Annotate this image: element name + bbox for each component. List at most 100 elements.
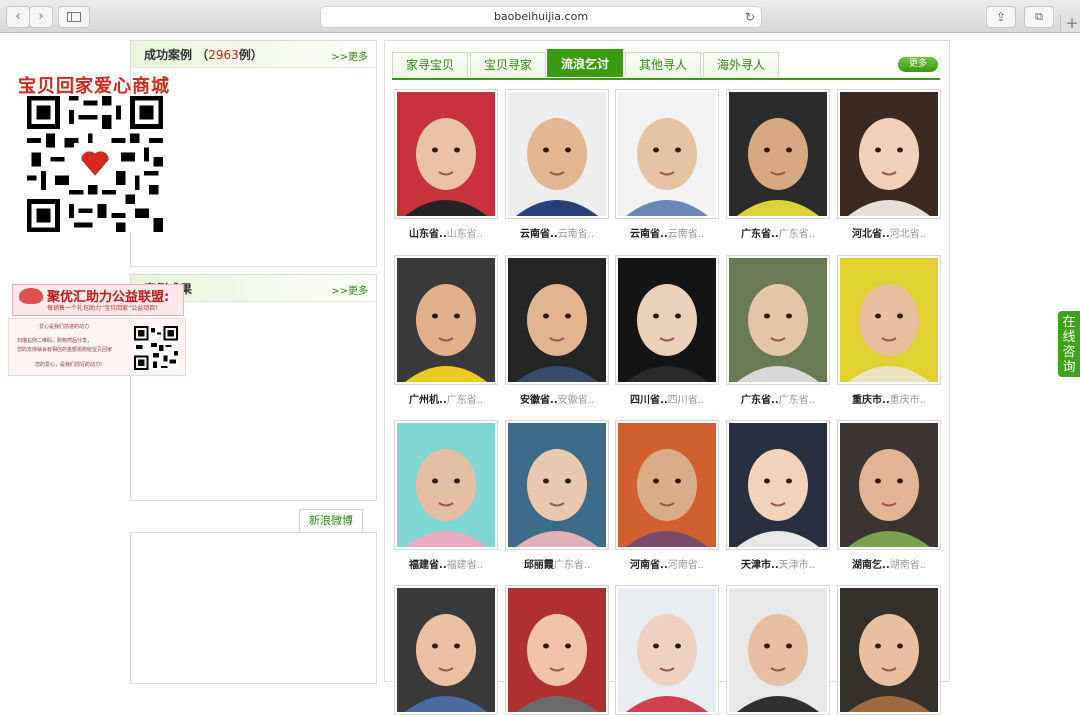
sidebar-toggle-icon[interactable]: [58, 6, 90, 28]
child-location[interactable]: 四川省..: [630, 395, 668, 406]
child-photo-icon[interactable]: [397, 588, 495, 712]
child-photo-icon[interactable]: [618, 258, 716, 382]
photo-caption[interactable]: 河北省..河北省..: [837, 225, 941, 240]
grid-item[interactable]: [394, 585, 498, 715]
grid-item[interactable]: [837, 585, 941, 715]
qr-code-icon[interactable]: [22, 96, 168, 232]
child-photo-icon[interactable]: [729, 92, 827, 216]
child-photo-icon[interactable]: [618, 423, 716, 547]
grid-item[interactable]: 河北省..河北省..: [837, 89, 941, 240]
photo-frame[interactable]: [615, 89, 719, 219]
photo-frame[interactable]: [394, 255, 498, 385]
mall-title[interactable]: 宝贝回家爱心商城: [18, 72, 170, 98]
child-location[interactable]: 广东省..: [741, 395, 779, 406]
photo-frame[interactable]: [726, 89, 830, 219]
child-location[interactable]: 福建省..: [409, 560, 447, 571]
online-consult-button[interactable]: 在线咨询: [1058, 311, 1080, 377]
photo-frame[interactable]: [394, 420, 498, 550]
grid-item[interactable]: 福建省..福建省..: [394, 420, 498, 571]
photo-frame[interactable]: [615, 420, 719, 550]
photo-frame[interactable]: [726, 255, 830, 385]
photo-caption[interactable]: 河南省..河南省..: [615, 556, 719, 571]
grid-item[interactable]: 重庆市..重庆市..: [837, 255, 941, 406]
success-more-link[interactable]: >>更多: [331, 48, 368, 63]
qr-code-icon[interactable]: [132, 326, 180, 370]
photo-frame[interactable]: [837, 255, 941, 385]
photo-frame[interactable]: [505, 585, 609, 715]
child-photo-icon[interactable]: [618, 588, 716, 712]
child-photo-icon[interactable]: [729, 258, 827, 382]
photo-frame[interactable]: [726, 585, 830, 715]
child-photo-icon[interactable]: [508, 92, 606, 216]
child-location[interactable]: 河北省..: [852, 229, 890, 240]
child-photo-icon[interactable]: [840, 588, 938, 712]
share-icon[interactable]: ⇪: [986, 6, 1016, 28]
child-location[interactable]: 邱丽霞: [524, 560, 554, 571]
child-photo-icon[interactable]: [397, 92, 495, 216]
grid-item[interactable]: 邱丽霞广东省..: [505, 420, 609, 571]
photo-caption[interactable]: 四川省..四川省..: [615, 391, 719, 406]
tab-family-seeking-child[interactable]: 家寻宝贝: [392, 52, 468, 77]
photo-frame[interactable]: [615, 585, 719, 715]
grid-item[interactable]: [726, 585, 830, 715]
child-location[interactable]: 重庆市..: [852, 395, 890, 406]
tab-other-search[interactable]: 其他寻人: [625, 52, 701, 77]
child-location[interactable]: 广东省..: [741, 229, 779, 240]
photo-frame[interactable]: [615, 255, 719, 385]
child-photo-icon[interactable]: [508, 588, 606, 712]
grid-item[interactable]: 广东省..广东省..: [726, 255, 830, 406]
child-location[interactable]: 安徽省..: [520, 395, 558, 406]
tab-child-seeking-family[interactable]: 宝贝寻家: [470, 52, 546, 77]
photo-caption[interactable]: 山东省..山东省..: [394, 225, 498, 240]
child-location[interactable]: 天津市..: [741, 560, 779, 571]
weibo-tab[interactable]: 新浪微博: [299, 509, 363, 532]
photo-caption[interactable]: 广州机..广东省..: [394, 391, 498, 406]
forward-icon[interactable]: ›: [29, 6, 53, 28]
new-tab-icon[interactable]: +: [1060, 14, 1080, 32]
child-location[interactable]: 山东省..: [409, 229, 447, 240]
child-photo-icon[interactable]: [840, 423, 938, 547]
child-photo-icon[interactable]: [729, 588, 827, 712]
back-icon[interactable]: ‹: [6, 6, 30, 28]
photo-caption[interactable]: 天津市..天津市..: [726, 556, 830, 571]
grid-item[interactable]: 广州机..广东省..: [394, 255, 498, 406]
reload-icon[interactable]: ↻: [745, 7, 755, 27]
child-photo-icon[interactable]: [397, 258, 495, 382]
child-location[interactable]: 云南省..: [630, 229, 668, 240]
photo-frame[interactable]: [726, 420, 830, 550]
grid-item[interactable]: 广东省..广东省..: [726, 89, 830, 240]
grid-item[interactable]: 河南省..河南省..: [615, 420, 719, 571]
photo-frame[interactable]: [837, 585, 941, 715]
photo-caption[interactable]: 广东省..广东省..: [726, 225, 830, 240]
child-location[interactable]: 广州机..: [409, 395, 447, 406]
photo-frame[interactable]: [505, 89, 609, 219]
photo-caption[interactable]: 湖南乞..湖南省..: [837, 556, 941, 571]
photo-frame[interactable]: [837, 89, 941, 219]
photo-caption[interactable]: 福建省..福建省..: [394, 556, 498, 571]
child-location[interactable]: 河南省..: [630, 560, 668, 571]
photo-caption[interactable]: 安徽省..安徽省..: [505, 391, 609, 406]
tabs-overview-icon[interactable]: ⧉: [1024, 6, 1054, 28]
photo-caption[interactable]: 云南省..云南省..: [615, 225, 719, 240]
child-photo-icon[interactable]: [840, 92, 938, 216]
photo-caption[interactable]: 邱丽霞广东省..: [505, 556, 609, 571]
child-location[interactable]: 云南省..: [520, 229, 558, 240]
child-photo-icon[interactable]: [729, 423, 827, 547]
grid-item[interactable]: 天津市..天津市..: [726, 420, 830, 571]
child-photo-icon[interactable]: [397, 423, 495, 547]
grid-item[interactable]: 云南省..云南省..: [615, 89, 719, 240]
photo-frame[interactable]: [394, 89, 498, 219]
grid-item[interactable]: 安徽省..安徽省..: [505, 255, 609, 406]
tab-vagrant-begging[interactable]: 流浪乞讨: [547, 49, 623, 77]
child-photo-icon[interactable]: [508, 258, 606, 382]
photo-frame[interactable]: [837, 420, 941, 550]
photo-caption[interactable]: 云南省..云南省..: [505, 225, 609, 240]
photo-caption[interactable]: 广东省..广东省..: [726, 391, 830, 406]
grid-item[interactable]: 四川省..四川省..: [615, 255, 719, 406]
photo-caption[interactable]: 重庆市..重庆市..: [837, 391, 941, 406]
grid-item[interactable]: [505, 585, 609, 715]
grid-item[interactable]: 山东省..山东省..: [394, 89, 498, 240]
charity-banner[interactable]: 聚优汇助力公益联盟: 每销售一个礼包助力“宝贝回家”公益项目!: [12, 284, 184, 316]
address-bar[interactable]: baobeihuijia.com ↻: [320, 6, 762, 28]
grid-item[interactable]: [615, 585, 719, 715]
